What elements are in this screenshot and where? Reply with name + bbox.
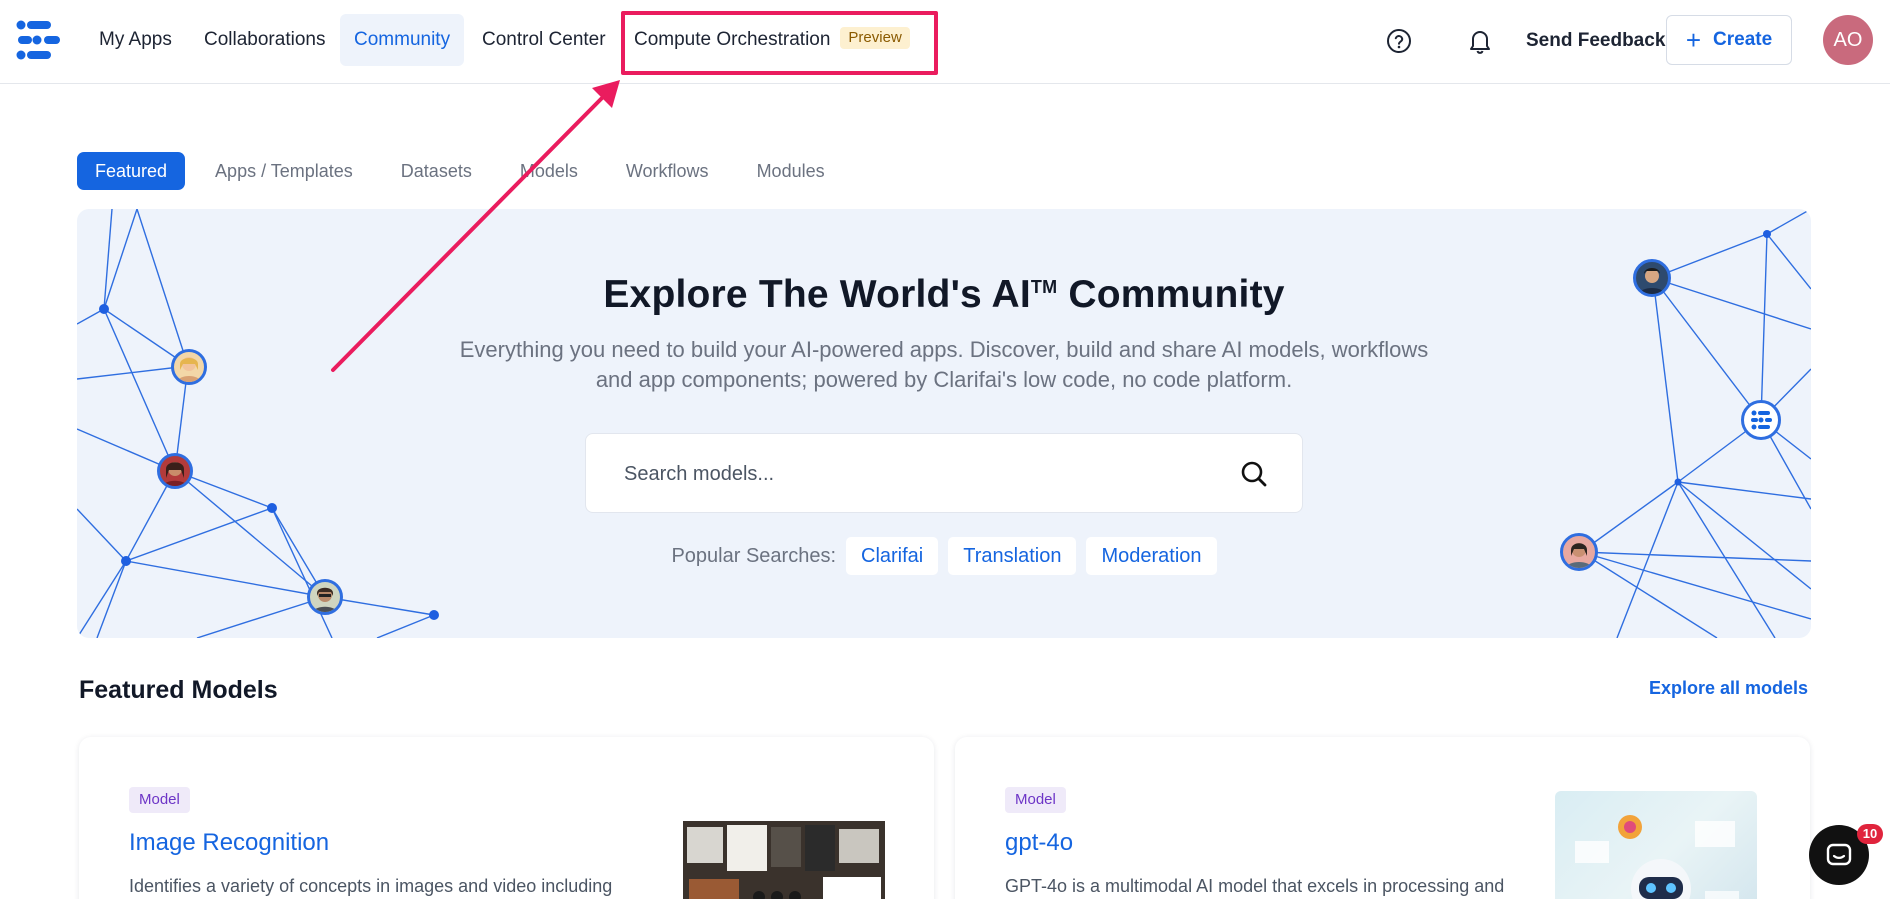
user-avatar[interactable]: AO <box>1823 15 1873 65</box>
tab-modules[interactable]: Modules <box>739 152 843 190</box>
search-input[interactable] <box>624 458 1184 490</box>
community-member-avatar <box>307 579 343 615</box>
clarifai-node-icon <box>1741 400 1781 440</box>
top-navigation: My Apps Collaborations Community Control… <box>0 0 1890 84</box>
tab-workflows[interactable]: Workflows <box>608 152 727 190</box>
create-button[interactable]: + Create <box>1666 15 1792 65</box>
popular-search-chip[interactable]: Translation <box>948 537 1077 575</box>
nav-compute-label: Compute Orchestration <box>634 29 831 50</box>
nav-community[interactable]: Community <box>340 14 465 66</box>
preview-badge: Preview <box>840 26 910 49</box>
search-icon[interactable] <box>1240 460 1268 488</box>
popular-searches-label: Popular Searches: <box>671 544 837 567</box>
nav-control-center[interactable]: Control Center <box>468 14 620 66</box>
bell-icon <box>1470 31 1490 54</box>
hero-title: Explore The World's AITM Community <box>603 273 1285 316</box>
model-badge: Model <box>1005 787 1066 813</box>
model-description: Identifies a variety of concepts in imag… <box>129 876 613 896</box>
featured-models-title: Featured Models <box>79 676 278 704</box>
popular-searches: Popular Searches: Clarifai Translation M… <box>77 537 1811 575</box>
model-badge: Model <box>129 787 190 813</box>
tab-datasets[interactable]: Datasets <box>383 152 490 190</box>
hero-subtitle: Everything you need to build your AI-pow… <box>459 337 1429 392</box>
nav-compute-orchestration[interactable]: Compute Orchestration Preview <box>620 14 924 66</box>
model-title[interactable]: gpt-4o <box>1005 829 1073 857</box>
create-label: Create <box>1713 29 1773 50</box>
model-thumbnail <box>683 821 885 899</box>
chat-unread-badge: 10 <box>1857 824 1883 844</box>
send-feedback-link[interactable]: Send Feedback <box>1526 22 1665 60</box>
notifications-button[interactable] <box>1461 22 1499 60</box>
community-member-avatar <box>171 349 207 385</box>
popular-search-chip[interactable]: Clarifai <box>846 537 939 575</box>
hero-banner: Explore The World's AITM Community Every… <box>77 209 1811 638</box>
community-tabs: Featured Apps / Templates Datasets Model… <box>77 152 855 190</box>
popular-search-chip[interactable]: Moderation <box>1086 537 1217 575</box>
model-card[interactable]: Model gpt-4o GPT-4o is a multimodal AI m… <box>955 737 1810 899</box>
nav-my-apps[interactable]: My Apps <box>85 14 186 66</box>
community-member-avatar <box>157 453 193 489</box>
model-thumbnail <box>1555 791 1757 899</box>
chat-icon <box>1826 843 1852 866</box>
model-description: GPT-4o is a multimodal AI model that exc… <box>1005 876 1505 896</box>
explore-all-models-link[interactable]: Explore all models <box>1600 678 1808 699</box>
tab-featured[interactable]: Featured <box>77 152 186 190</box>
clarifai-logo-icon[interactable] <box>14 20 62 60</box>
tab-apps-templates[interactable]: Apps / Templates <box>197 152 371 190</box>
search-box <box>585 433 1303 513</box>
help-circle-icon <box>1387 29 1411 53</box>
tab-models[interactable]: Models <box>502 152 596 190</box>
model-card[interactable]: Model Image Recognition Identifies a var… <box>79 737 934 899</box>
nav-collaborations[interactable]: Collaborations <box>190 14 339 66</box>
help-button[interactable] <box>1380 22 1418 60</box>
model-title[interactable]: Image Recognition <box>129 829 329 857</box>
plus-icon: + <box>1685 25 1702 55</box>
